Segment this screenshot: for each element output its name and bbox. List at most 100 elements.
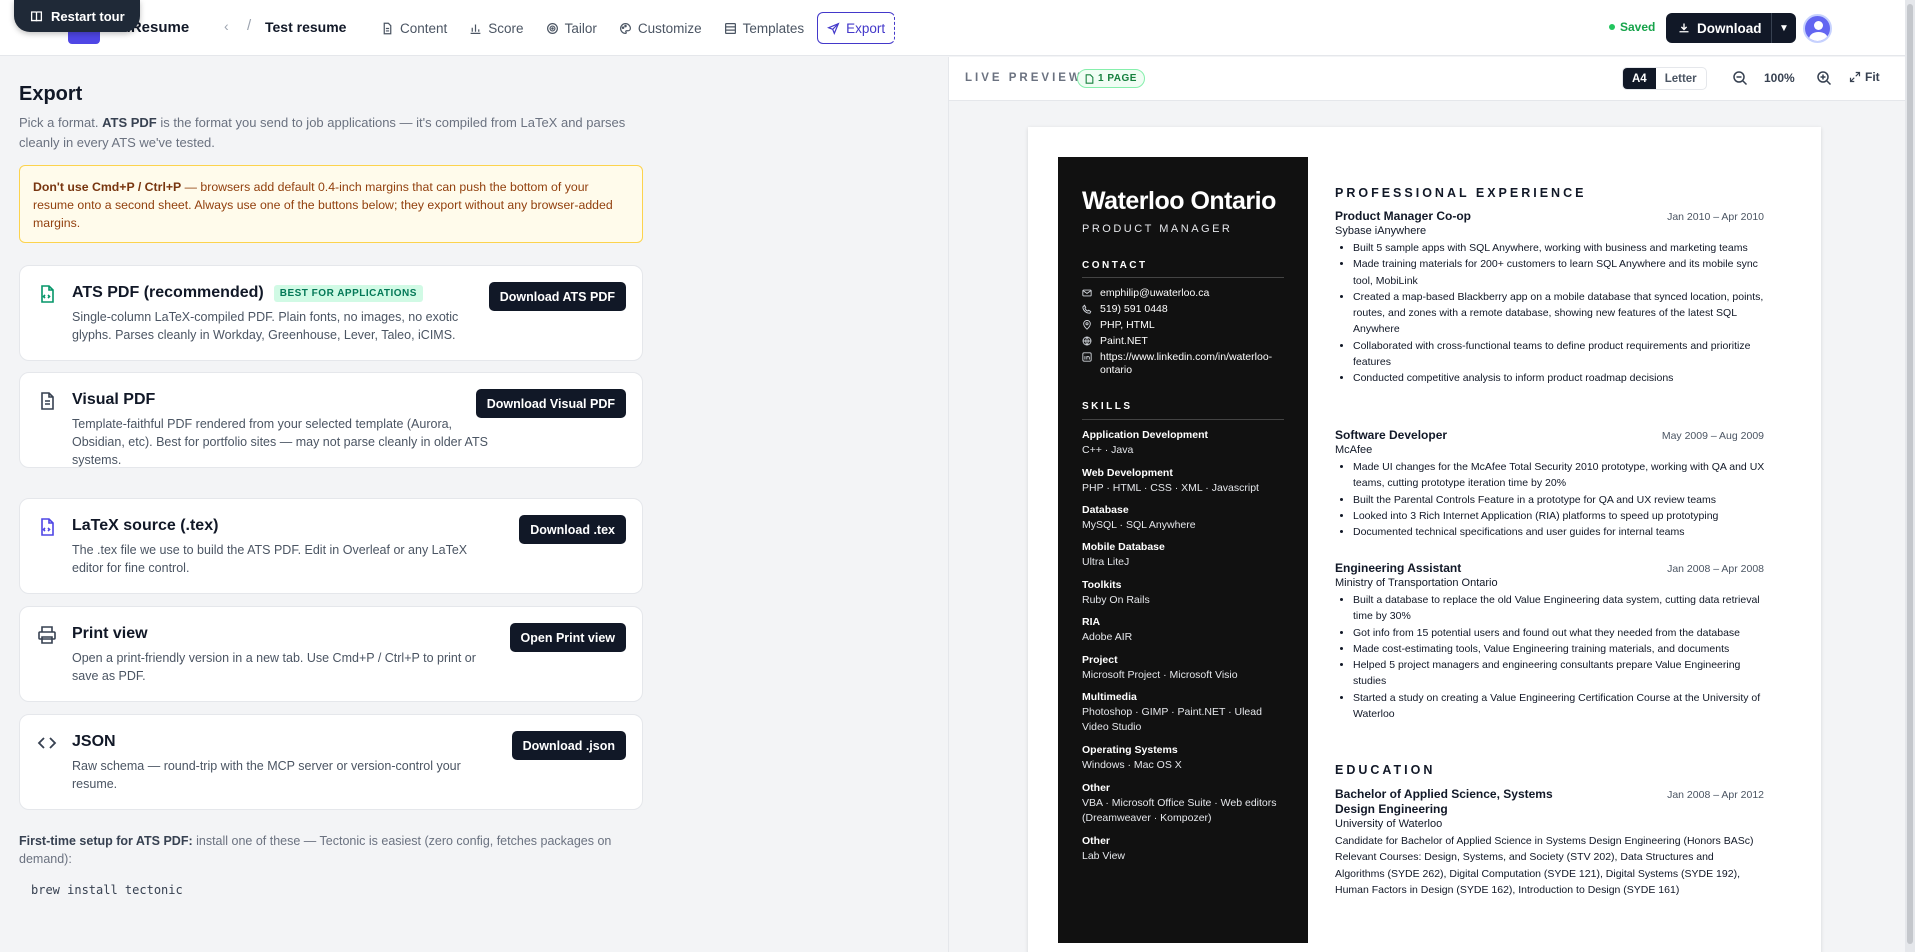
visual-pdf-card: Visual PDF Template-faithful PDF rendere… bbox=[19, 372, 643, 468]
skill-value: Microsoft Project · Microsoft Visio bbox=[1082, 669, 1238, 681]
job-company: McAfee bbox=[1335, 444, 1373, 456]
download-label: Download bbox=[1697, 20, 1762, 36]
location-icon bbox=[1083, 320, 1091, 330]
nav-score[interactable]: Score bbox=[460, 12, 532, 44]
job-title: Software Developer bbox=[1335, 428, 1448, 442]
skill-name: Project bbox=[1082, 654, 1118, 666]
grid-icon bbox=[724, 22, 736, 34]
list-item: Helped 5 project managers and engineerin… bbox=[1353, 657, 1765, 690]
bar-chart-icon bbox=[470, 23, 481, 34]
resume-sidebar: Waterloo Ontario PRODUCT MANAGER CONTACT… bbox=[1058, 157, 1308, 943]
skill-name: Multimedia bbox=[1082, 691, 1137, 703]
degree: Bachelor of Applied Science, Systems Des… bbox=[1335, 787, 1553, 816]
code-icon bbox=[37, 737, 57, 749]
card-description: Template-faithful PDF rendered from your… bbox=[72, 417, 488, 467]
target-icon bbox=[546, 22, 558, 34]
skill-value: C++ · Java bbox=[1082, 444, 1134, 456]
list-item: Built the Parental Controls Feature in a… bbox=[1353, 492, 1765, 508]
resume-page: Waterloo Ontario PRODUCT MANAGER CONTACT… bbox=[1028, 127, 1821, 952]
nav-templates[interactable]: Templates bbox=[715, 12, 814, 44]
nav-export[interactable]: Export bbox=[817, 12, 896, 44]
open-print-view-button[interactable]: Open Print view bbox=[509, 623, 626, 652]
skill-name: RIA bbox=[1082, 616, 1101, 628]
nav-tailor[interactable]: Tailor bbox=[537, 12, 606, 44]
contact-linkedin: https://www.linkedin.com/in/waterloo-ont… bbox=[1082, 351, 1285, 377]
live-preview-label: LIVE PREVIEW bbox=[965, 72, 1083, 84]
nav-label: Customize bbox=[637, 20, 702, 36]
preview-panel: LIVE PREVIEW 1 PAGE A4 Letter 100% Fit W… bbox=[948, 57, 1906, 952]
card-description: Raw schema — round-trip with the MCP ser… bbox=[72, 759, 461, 791]
ats-pdf-card: ATS PDF (recommended) BEST FOR APPLICATIO… bbox=[19, 265, 643, 361]
avatar[interactable] bbox=[1803, 14, 1832, 43]
chevron-down-icon[interactable]: ▼ bbox=[1772, 23, 1796, 34]
top-bar: cedResume ‹ / Test resume Content Score … bbox=[0, 0, 1915, 56]
skill-value: VBA · Microsoft Office Suite · Web edito… bbox=[1082, 797, 1277, 824]
experience-heading: PROFESSIONAL EXPERIENCE bbox=[1335, 186, 1587, 200]
skill-value: PHP · HTML · CSS · XML · Javascript bbox=[1082, 482, 1259, 494]
list-item: Started a study on creating a Value Engi… bbox=[1353, 690, 1765, 723]
nav-label: Templates bbox=[742, 20, 805, 36]
saved-label: Saved bbox=[1620, 20, 1656, 34]
chevron-left-icon[interactable]: ‹ bbox=[224, 18, 229, 34]
expand-icon bbox=[1849, 71, 1861, 83]
fit-button[interactable]: Fit bbox=[1849, 70, 1880, 84]
print-view-card: Print view Open a print-friendly version… bbox=[19, 606, 643, 702]
file-text-icon bbox=[41, 392, 54, 410]
linkedin-icon bbox=[1082, 352, 1092, 362]
phone-icon bbox=[1082, 304, 1092, 314]
export-subtitle: Pick a format. ATS PDF is the format you… bbox=[19, 115, 626, 150]
download-ats-pdf-button[interactable]: Download ATS PDF bbox=[488, 282, 626, 311]
education-description: Candidate for Bachelor of Applied Scienc… bbox=[1335, 835, 1754, 896]
export-panel: Export Pick a format. ATS PDF is the for… bbox=[0, 57, 948, 952]
resume-role: PRODUCT MANAGER bbox=[1082, 223, 1233, 235]
nav-label: Export bbox=[846, 20, 886, 36]
list-item: Looked into 3 Rich Internet Application … bbox=[1353, 508, 1765, 524]
skill-name: Toolkits bbox=[1082, 579, 1122, 591]
job-dates: May 2009 – Aug 2009 bbox=[1661, 430, 1764, 442]
contact-email: emphilip@uwaterloo.ca bbox=[1082, 287, 1285, 300]
job-dates: Jan 2010 – Apr 2010 bbox=[1667, 211, 1764, 223]
file-code-icon bbox=[41, 518, 54, 536]
download-visual-pdf-button[interactable]: Download Visual PDF bbox=[475, 389, 626, 418]
main-nav: Content Score Tailor Customize Templates… bbox=[372, 12, 896, 44]
zoom-in-icon[interactable] bbox=[1816, 70, 1832, 86]
list-item: Made training materials for 200+ custome… bbox=[1353, 256, 1765, 289]
nav-customize[interactable]: Customize bbox=[610, 12, 711, 44]
skill-value: Ruby On Rails bbox=[1082, 594, 1150, 606]
list-item: Built 5 sample apps with SQL Anywhere, w… bbox=[1353, 240, 1765, 256]
contact-location: PHP, HTML bbox=[1082, 319, 1285, 332]
zoom-out-icon[interactable] bbox=[1732, 70, 1748, 86]
json-card: JSON Raw schema — round-trip with the MC… bbox=[19, 714, 643, 810]
download-button[interactable]: Download ▼ bbox=[1666, 13, 1796, 43]
list-item: Conducted competitive analysis to inform… bbox=[1353, 370, 1765, 386]
download-main[interactable]: Download bbox=[1666, 13, 1772, 43]
card-title: Print view bbox=[72, 625, 148, 642]
card-title: LaTeX source (.tex) bbox=[72, 517, 219, 534]
download-json-button[interactable]: Download .json bbox=[511, 731, 626, 760]
a4-option[interactable]: A4 bbox=[1623, 68, 1656, 89]
skill-name: Application Development bbox=[1082, 429, 1209, 441]
job-company: Ministry of Transportation Ontario bbox=[1335, 577, 1498, 589]
scrollbar[interactable] bbox=[1905, 0, 1915, 952]
download-tex-button[interactable]: Download .tex bbox=[519, 515, 626, 544]
skill-value: MySQL · SQL Anywhere bbox=[1082, 519, 1196, 531]
print-warning: Don't use Cmd+P / Ctrl+P — browsers add … bbox=[19, 165, 643, 243]
download-icon bbox=[1679, 23, 1689, 33]
best-badge: BEST FOR APPLICATIONS bbox=[273, 284, 423, 302]
letter-option[interactable]: Letter bbox=[1656, 68, 1706, 89]
nav-label: Content bbox=[400, 20, 448, 36]
breadcrumb-separator: / bbox=[247, 17, 252, 34]
document-title[interactable]: Test resume bbox=[265, 19, 346, 35]
restart-tour-button[interactable]: Restart tour bbox=[14, 0, 140, 32]
nav-content[interactable]: Content bbox=[372, 12, 456, 44]
job-title: Product Manager Co-op bbox=[1335, 209, 1472, 223]
saved-status: Saved bbox=[1609, 20, 1655, 34]
card-title: JSON bbox=[72, 733, 116, 750]
install-command[interactable]: brew install tectonic bbox=[31, 883, 183, 897]
setup-note: First-time setup for ATS PDF: install on… bbox=[19, 834, 612, 866]
file-code-icon bbox=[41, 285, 54, 303]
printer-icon bbox=[38, 626, 56, 644]
status-dot bbox=[1609, 24, 1615, 30]
job-bullets: Built 5 sample apps with SQL Anywhere, w… bbox=[1335, 240, 1765, 387]
education-heading: EDUCATION bbox=[1335, 763, 1436, 777]
